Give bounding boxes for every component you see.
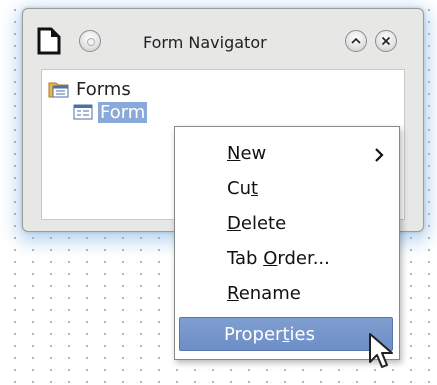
menu-item-properties[interactable]: Properties	[179, 317, 393, 351]
tree-label-form: Form	[98, 101, 148, 123]
menu-label-tab-order-pre: Tab	[227, 248, 264, 269]
menu-item-rename[interactable]: Rename	[177, 277, 395, 311]
tree-item-forms[interactable]: Forms	[48, 77, 131, 101]
close-button[interactable]	[375, 30, 397, 52]
menu-label-tab-order-post: rder...	[277, 248, 330, 269]
form-icon	[73, 104, 93, 120]
close-icon	[381, 36, 391, 46]
menu-item-new[interactable]: New	[177, 137, 395, 171]
menu-label-cut-pre: Cu	[227, 178, 251, 199]
menu-label-new-post: ew	[240, 143, 267, 164]
mouse-pointer-icon	[369, 333, 393, 368]
menu-label-properties-post: ies	[289, 324, 315, 345]
menu-label-new-mnemonic: N	[227, 143, 241, 164]
menu-item-delete[interactable]: Delete	[177, 207, 395, 241]
title-bar[interactable]: Form Navigator	[23, 9, 423, 69]
chevron-up-icon	[351, 37, 361, 44]
tree-label-forms: Forms	[76, 78, 131, 100]
shade-button[interactable]	[345, 30, 367, 52]
menu-label-tab-order-mnemonic: O	[263, 248, 278, 269]
document-icon	[37, 27, 61, 55]
menu-label-cut-mnemonic: t	[250, 178, 259, 199]
window-menu-button[interactable]	[79, 30, 101, 52]
tree-item-form[interactable]: Form	[72, 100, 148, 124]
menu-label-properties-mnemonic: t	[282, 324, 290, 345]
menu-item-tab-order[interactable]: Tab Order...	[177, 242, 395, 276]
menu-item-cut[interactable]: Cut	[177, 172, 395, 206]
chevron-right-icon	[375, 148, 384, 162]
folder-form-icon	[48, 82, 69, 98]
menu-label-properties-pre: Proper	[224, 324, 283, 345]
menu-label-delete-mnemonic: D	[227, 213, 241, 234]
menu-label-rename-mnemonic: R	[227, 283, 239, 304]
menu-label-rename-post: ename	[238, 283, 301, 304]
context-menu: New Cut Delete Tab Order... Rename Prope…	[174, 126, 400, 360]
window-title: Form Navigator	[143, 33, 267, 52]
menu-label-delete-post: elete	[240, 213, 287, 234]
